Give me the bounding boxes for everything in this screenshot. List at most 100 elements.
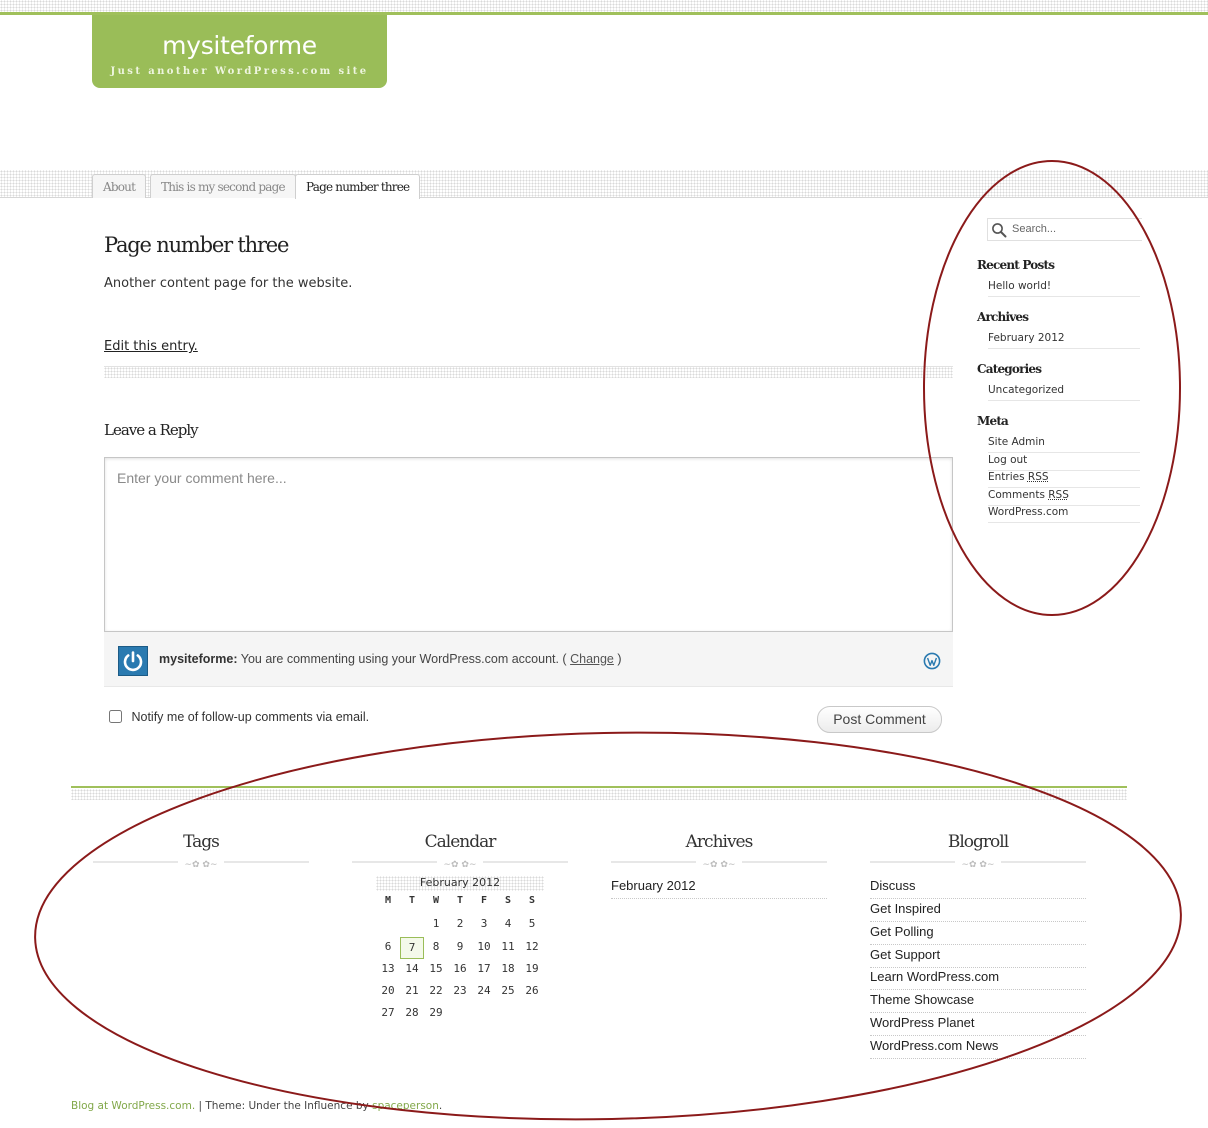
tab-page-number-three[interactable]: Page number three xyxy=(295,174,421,199)
post-comment-button[interactable]: Post Comment xyxy=(817,706,942,733)
meta-entries-rss[interactable]: Entries RSS xyxy=(988,471,1140,488)
calendar-day: 17 xyxy=(477,961,491,975)
identity-text: mysiteforme: You are commenting using yo… xyxy=(159,652,622,666)
calendar-weekday: S xyxy=(504,895,512,906)
ornament-divider: ∼✿ ✿∼ xyxy=(870,860,1086,869)
calendar-week-row: 1 2 3 4 5 xyxy=(376,914,544,936)
tab-about[interactable]: About xyxy=(92,174,147,198)
calendar-day: 27 xyxy=(381,1006,395,1020)
calendar-day: 23 xyxy=(453,984,467,998)
calendar-day: 15 xyxy=(429,961,443,975)
ornament-divider: ∼✿ ✿∼ xyxy=(611,860,827,869)
meta-log-out[interactable]: Log out xyxy=(988,454,1140,471)
calendar-day: 3 xyxy=(480,917,488,931)
calendar-day: 4 xyxy=(504,917,512,931)
calendar-week-row: 6 7 8 9 10 11 12 xyxy=(376,936,544,959)
svg-text:∼✿ ✿∼: ∼✿ ✿∼ xyxy=(184,860,217,869)
credits-separator: | Theme: Under the Influence by xyxy=(195,1100,373,1112)
meta-heading: Meta xyxy=(977,414,1009,428)
calendar-day: 29 xyxy=(429,1006,443,1020)
footer-green-rule xyxy=(71,786,1127,788)
footer-archive-item[interactable]: February 2012 xyxy=(611,878,827,899)
calendar-day: 18 xyxy=(501,961,515,975)
calendar-weekday: S xyxy=(528,895,536,906)
recent-posts-heading: Recent Posts xyxy=(977,258,1055,272)
calendar-day xyxy=(472,1003,496,1025)
calendar-day: 11 xyxy=(501,939,515,953)
blogroll-link[interactable]: Get Inspired xyxy=(870,901,1086,922)
recent-post-item[interactable]: Hello world! xyxy=(988,280,1140,297)
edit-entry-link[interactable]: Edit this entry. xyxy=(104,339,198,354)
archive-item[interactable]: February 2012 xyxy=(988,332,1140,349)
calendar-day: 2 xyxy=(456,917,464,931)
calendar-day: 5 xyxy=(528,917,536,931)
tab-second-page[interactable]: This is my second page xyxy=(150,174,296,198)
calendar-weekday: W xyxy=(432,895,440,906)
calendar-day: 22 xyxy=(429,984,443,998)
blogroll-link[interactable]: Learn WordPress.com xyxy=(870,969,1086,990)
calendar-weekday: F xyxy=(480,895,488,906)
site-title[interactable]: mysiteforme xyxy=(92,15,387,60)
meta-site-admin[interactable]: Site Admin xyxy=(988,436,1140,453)
calendar-week-row: 13 14 15 16 17 18 19 xyxy=(376,959,544,981)
calendar-day: 21 xyxy=(405,984,419,998)
rss-abbr: RSS xyxy=(1027,471,1049,483)
calendar-week-row: 27 28 29 xyxy=(376,1003,544,1025)
meta-wordpress-com[interactable]: WordPress.com xyxy=(988,506,1140,523)
calendar-weekday: M xyxy=(384,895,392,906)
blogroll-link[interactable]: Theme Showcase xyxy=(870,992,1086,1013)
calendar-day: 28 xyxy=(405,1006,419,1020)
site-header: mysiteforme Just another WordPress.com s… xyxy=(92,15,387,88)
search-icon[interactable] xyxy=(991,222,1007,238)
calendar-day: 12 xyxy=(525,939,539,953)
comment-box xyxy=(104,457,953,632)
page-body: Another content page for the website. xyxy=(104,276,353,291)
identity-message: You are commenting using your WordPress.… xyxy=(240,652,567,666)
blogroll-link[interactable]: Get Polling xyxy=(870,924,1086,945)
blogroll-link[interactable]: Get Support xyxy=(870,947,1086,968)
calendar-caption: February 2012 xyxy=(376,876,544,891)
category-item[interactable]: Uncategorized xyxy=(988,384,1140,401)
theme-author-link[interactable]: spaceperson xyxy=(372,1100,439,1112)
calendar-week-row: 20 21 22 23 24 25 26 xyxy=(376,981,544,1003)
site-description: Just another WordPress.com site xyxy=(110,66,369,77)
notify-checkbox[interactable] xyxy=(109,710,122,723)
footer-tags-title: Tags xyxy=(183,832,220,852)
commenter-identity-bar: mysiteforme: You are commenting using yo… xyxy=(104,632,953,687)
footer-calendar-title: Calendar xyxy=(424,832,497,852)
calendar-day xyxy=(496,1003,520,1025)
calendar-day: 8 xyxy=(432,939,440,953)
calendar-day: 25 xyxy=(501,984,515,998)
calendar-day xyxy=(400,914,424,936)
content-divider xyxy=(104,366,953,378)
svg-text:∼✿ ✿∼: ∼✿ ✿∼ xyxy=(961,860,994,869)
notify-label: Notify me of follow-up comments via emai… xyxy=(131,710,370,724)
ornament-divider: ∼✿ ✿∼ xyxy=(352,860,568,869)
calendar-day: 19 xyxy=(525,961,539,975)
leave-reply-title: Leave a Reply xyxy=(104,421,199,439)
calendar-day: 24 xyxy=(477,984,491,998)
blogroll-link[interactable]: Discuss xyxy=(870,878,1086,899)
rss-abbr: RSS xyxy=(1048,489,1069,501)
identity-close: ) xyxy=(617,652,622,666)
blogroll-link[interactable]: WordPress.com News xyxy=(870,1038,1086,1059)
power-icon xyxy=(123,651,143,672)
blog-at-wordpress-link[interactable]: Blog at WordPress.com. xyxy=(71,1100,195,1112)
calendar-weekday-row: MTWTFSS xyxy=(376,892,544,914)
search-input[interactable] xyxy=(1012,223,1137,235)
calendar-day xyxy=(448,1003,472,1025)
change-account-link[interactable]: Change xyxy=(570,652,614,666)
meta-comments-rss[interactable]: Comments RSS xyxy=(988,489,1140,506)
notify-row: Notify me of follow-up comments via emai… xyxy=(109,710,369,724)
comment-textarea[interactable] xyxy=(105,458,952,631)
archives-heading: Archives xyxy=(977,310,1029,324)
footer-credits: Blog at WordPress.com. | Theme: Under th… xyxy=(71,1100,442,1112)
avatar xyxy=(118,646,148,676)
calendar-weekday: T xyxy=(408,895,416,906)
calendar-day: 14 xyxy=(405,961,419,975)
categories-heading: Categories xyxy=(977,362,1042,376)
meta-entries-label: Entries xyxy=(988,471,1025,483)
blogroll-link[interactable]: WordPress Planet xyxy=(870,1015,1086,1036)
calendar-day: 9 xyxy=(456,939,464,953)
footer-blogroll-title: Blogroll xyxy=(947,832,1009,852)
